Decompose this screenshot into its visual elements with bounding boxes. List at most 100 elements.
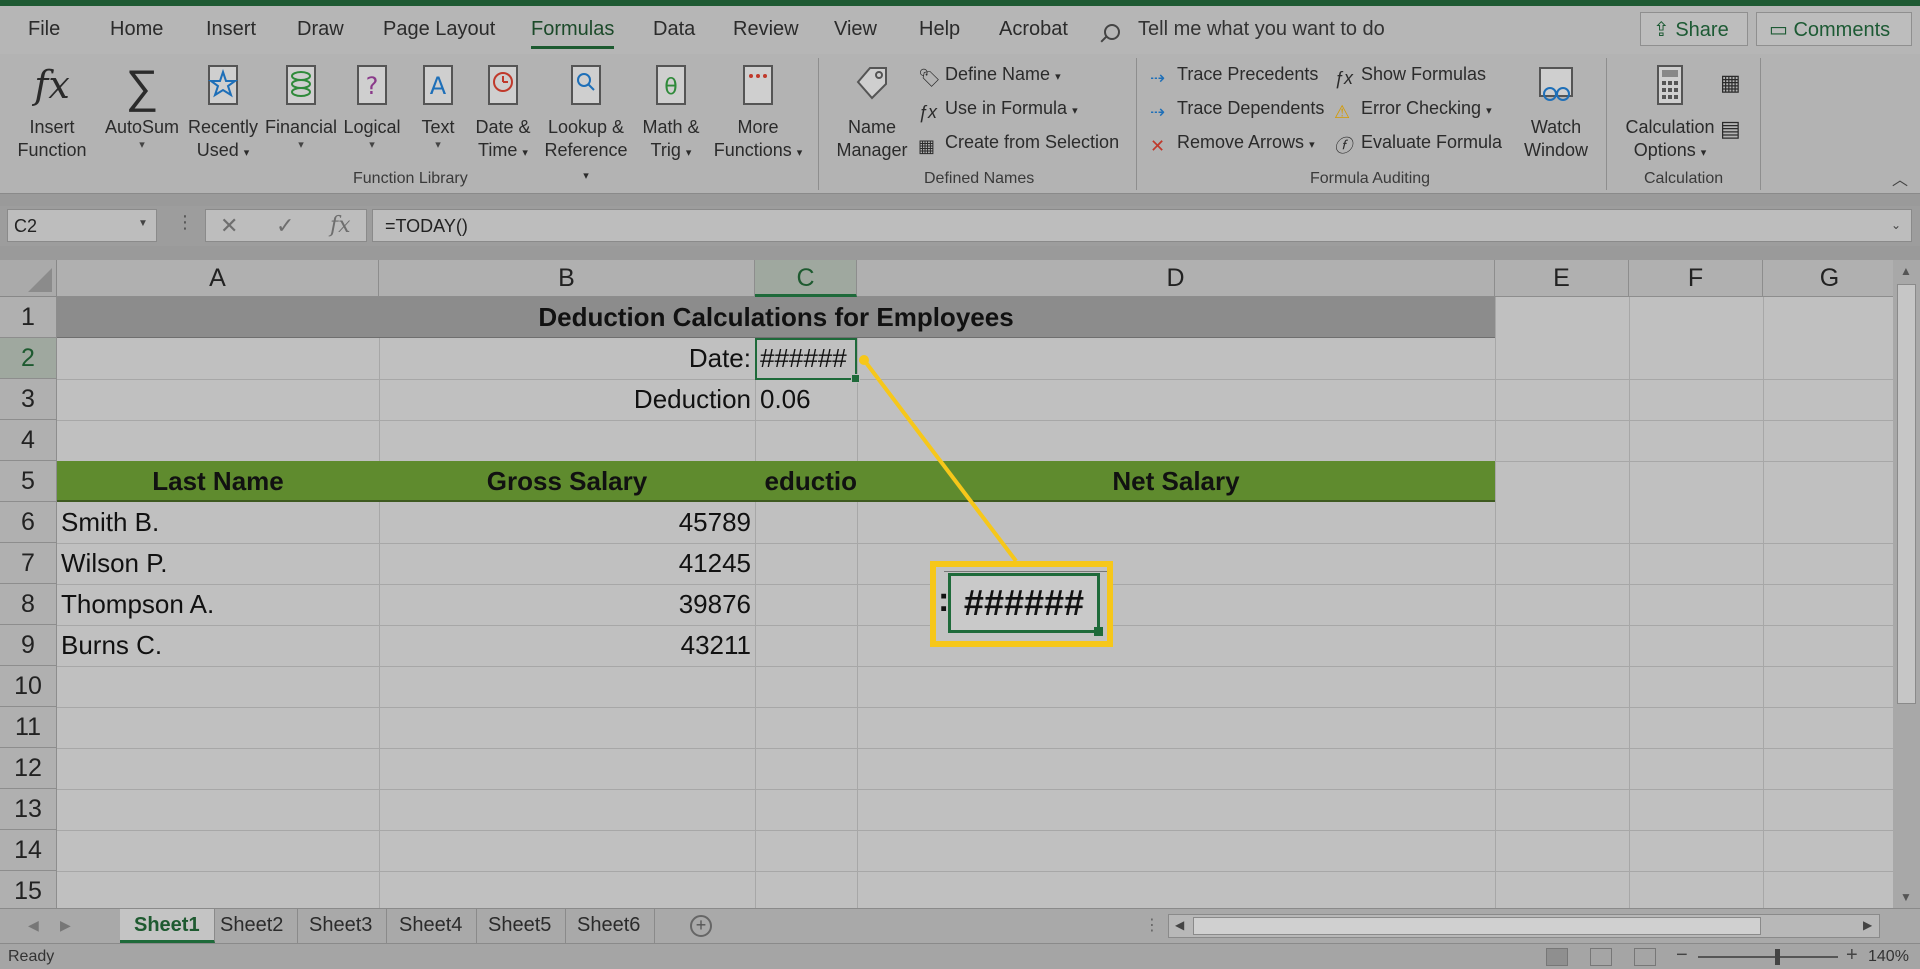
zoom-slider-thumb[interactable]	[1775, 949, 1780, 965]
scroll-thumb[interactable]	[1897, 284, 1916, 704]
gross-salary-cell[interactable]: 41245	[379, 543, 751, 584]
drag-handle-icon[interactable]: ⋮	[176, 212, 194, 233]
header-deduction[interactable]: eductio	[755, 461, 857, 502]
tab-insert[interactable]: Insert	[206, 18, 256, 41]
horizontal-scrollbar[interactable]: ◀ ▶	[1168, 914, 1880, 938]
evaluate-formula-button[interactable]: ⓕ Evaluate Formula	[1334, 132, 1502, 156]
row-header[interactable]: 5	[0, 461, 57, 502]
zoom-out-icon[interactable]: −	[1676, 944, 1688, 967]
header-last-name[interactable]: Last Name	[57, 461, 379, 502]
tab-help[interactable]: Help	[919, 18, 960, 41]
math-trig-button[interactable]: θ Math & Trig ▾	[636, 62, 706, 165]
tab-page-layout[interactable]: Page Layout	[383, 18, 495, 41]
prev-sheet-icon[interactable]: ◀	[28, 917, 39, 934]
tab-data[interactable]: Data	[653, 18, 695, 41]
calculate-now-button[interactable]: ▦	[1720, 70, 1741, 96]
select-all-corner[interactable]	[0, 260, 57, 297]
sheet-tab[interactable]: Sheet4	[385, 909, 478, 943]
tell-me-search[interactable]: Tell me what you want to do	[1138, 18, 1385, 41]
sheet-tab[interactable]: Sheet5	[474, 909, 567, 943]
scroll-right-icon[interactable]: ▶	[1863, 918, 1872, 932]
row-header[interactable]: 9	[0, 625, 57, 666]
row-header[interactable]: 4	[0, 420, 57, 461]
employee-name-cell[interactable]: Wilson P.	[61, 543, 377, 584]
employee-name-cell[interactable]: Smith B.	[61, 502, 377, 543]
add-sheet-button[interactable]: +	[690, 915, 712, 937]
column-header-a[interactable]: A	[57, 260, 379, 297]
date-time-button[interactable]: Date & Time ▾	[470, 62, 536, 165]
use-in-formula-button[interactable]: ƒx Use in Formula ▾	[918, 98, 1078, 122]
zoom-in-icon[interactable]: +	[1846, 944, 1858, 967]
row-header[interactable]: 1	[0, 297, 57, 338]
employee-name-cell[interactable]: Burns C.	[61, 625, 377, 666]
collapse-ribbon-icon[interactable]: ︿	[1892, 166, 1908, 190]
insert-function-button[interactable]: fx Insert Function	[12, 62, 92, 162]
scroll-left-icon[interactable]: ◀	[1175, 918, 1184, 932]
normal-view-icon[interactable]	[1546, 948, 1568, 966]
row-header[interactable]: 8	[0, 584, 57, 625]
error-checking-button[interactable]: ⚠ Error Checking ▾	[1334, 98, 1492, 122]
tab-home[interactable]: Home	[110, 18, 163, 41]
row-header[interactable]: 7	[0, 543, 57, 584]
cancel-icon[interactable]: ✕	[220, 213, 238, 239]
date-label-cell[interactable]: Date:	[379, 338, 751, 379]
trace-dependents-button[interactable]: ⇢ Trace Dependents	[1150, 98, 1324, 122]
define-name-button[interactable]: 🏷 Define Name ▾	[918, 64, 1061, 88]
text-functions-button[interactable]: A Text ▾	[414, 62, 462, 151]
sheet-title-cell[interactable]: Deduction Calculations for Employees	[57, 297, 1495, 338]
tab-review[interactable]: Review	[733, 18, 799, 41]
name-manager-button[interactable]: Name Manager	[834, 62, 910, 162]
column-header-f[interactable]: F	[1629, 260, 1763, 297]
page-layout-view-icon[interactable]	[1590, 948, 1612, 966]
more-functions-button[interactable]: More Functions ▾	[710, 62, 806, 165]
column-header-d[interactable]: D	[857, 260, 1495, 297]
trace-precedents-button[interactable]: ⇢ Trace Precedents	[1150, 64, 1318, 88]
deduction-value-cell[interactable]: 0.06	[760, 379, 856, 420]
header-net-salary[interactable]: Net Salary	[857, 461, 1495, 502]
next-sheet-icon[interactable]: ▶	[60, 917, 71, 934]
create-from-selection-button[interactable]: ▦ Create from Selection	[918, 132, 1119, 156]
watch-window-button[interactable]: Watch Window	[1516, 62, 1596, 162]
sheet-tab[interactable]: Sheet3	[295, 909, 388, 943]
enter-icon[interactable]: ✓	[276, 213, 294, 239]
row-header[interactable]: 12	[0, 748, 57, 789]
row-header[interactable]: 2	[0, 338, 57, 379]
tab-acrobat[interactable]: Acrobat	[999, 18, 1068, 41]
row-header[interactable]: 15	[0, 871, 57, 908]
fx-icon[interactable]: fx	[330, 213, 351, 238]
column-header-c[interactable]: C	[755, 260, 857, 297]
scroll-down-icon[interactable]: ▼	[1900, 890, 1912, 904]
logical-button[interactable]: ? Logical ▾	[342, 62, 402, 151]
row-header[interactable]: 10	[0, 666, 57, 707]
employee-name-cell[interactable]: Thompson A.	[61, 584, 377, 625]
column-header-g[interactable]: G	[1763, 260, 1893, 297]
share-button[interactable]: ⇪ Share	[1640, 12, 1748, 46]
autosum-button[interactable]: ∑ AutoSum ▾	[104, 62, 180, 151]
tab-draw[interactable]: Draw	[297, 18, 344, 41]
scroll-up-icon[interactable]: ▲	[1900, 264, 1912, 278]
vertical-scrollbar[interactable]: ▲ ▼	[1893, 260, 1920, 908]
row-header[interactable]: 13	[0, 789, 57, 830]
tab-view[interactable]: View	[834, 18, 877, 41]
lookup-reference-button[interactable]: Lookup & Reference ▾	[542, 62, 630, 188]
calculation-options-button[interactable]: Calculation Options ▾	[1620, 62, 1720, 165]
zoom-slider[interactable]	[1698, 956, 1838, 958]
chevron-down-icon[interactable]: ▼	[138, 218, 148, 229]
show-formulas-button[interactable]: ƒx Show Formulas	[1334, 64, 1486, 88]
zoom-level[interactable]: 140%	[1868, 948, 1909, 966]
deduction-label-cell[interactable]: Deduction	[379, 379, 751, 420]
tab-formulas[interactable]: Formulas	[531, 18, 615, 49]
page-break-view-icon[interactable]	[1634, 948, 1656, 966]
column-header-b[interactable]: B	[379, 260, 755, 297]
split-handle-icon[interactable]: ⋮	[1144, 915, 1160, 935]
comments-button[interactable]: ▭ Comments	[1756, 12, 1912, 46]
header-gross-salary[interactable]: Gross Salary	[379, 461, 755, 502]
formula-input[interactable]: =TODAY() ⌄	[372, 209, 1912, 242]
gross-salary-cell[interactable]: 43211	[379, 625, 751, 666]
row-header[interactable]: 11	[0, 707, 57, 748]
sheet-tab[interactable]: Sheet1	[120, 909, 215, 943]
sheet-tab[interactable]: Sheet6	[563, 909, 656, 943]
tab-file[interactable]: File	[28, 18, 60, 41]
scroll-thumb[interactable]	[1193, 917, 1761, 935]
row-header[interactable]: 6	[0, 502, 57, 543]
